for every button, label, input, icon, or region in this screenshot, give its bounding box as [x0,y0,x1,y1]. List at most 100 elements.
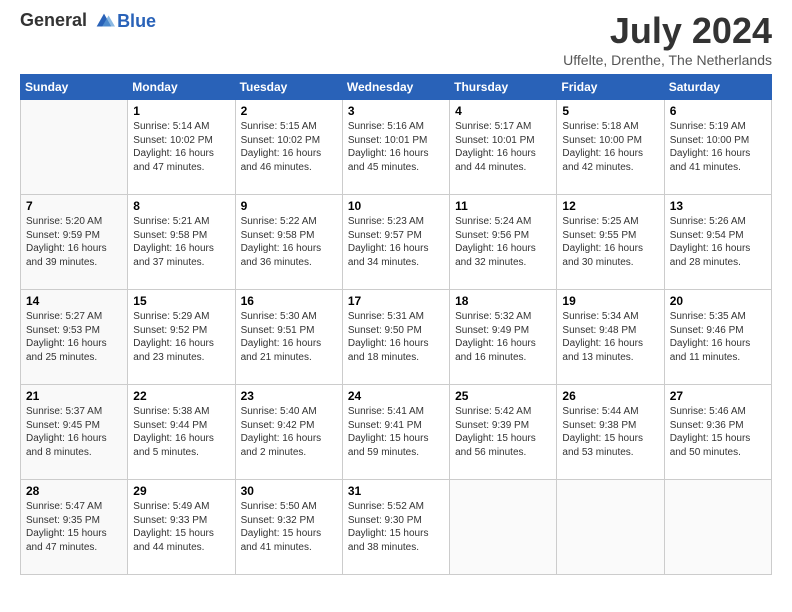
day-number: 10 [348,199,444,213]
month-title: July 2024 [563,10,772,52]
day-info: Sunrise: 5:49 AMSunset: 9:33 PMDaylight:… [133,500,229,554]
calendar-cell: 30 Sunrise: 5:50 AMSunset: 9:32 PMDayligh… [235,480,342,575]
week-row-2: 7 Sunrise: 5:20 AMSunset: 9:59 PMDaylight… [21,195,772,290]
day-info: Sunrise: 5:18 AMSunset: 10:00 PMDaylight… [562,120,658,174]
day-number: 30 [241,484,337,498]
calendar-cell [21,100,128,195]
location-text: Uffelte, Drenthe, The Netherlands [563,52,772,68]
calendar-cell: 5 Sunrise: 5:18 AMSunset: 10:00 PMDayligh… [557,100,664,195]
calendar-cell: 2 Sunrise: 5:15 AMSunset: 10:02 PMDayligh… [235,100,342,195]
calendar-cell: 26 Sunrise: 5:44 AMSunset: 9:38 PMDayligh… [557,385,664,480]
calendar-header-row: SundayMondayTuesdayWednesdayThursdayFrid… [21,75,772,100]
day-info: Sunrise: 5:17 AMSunset: 10:01 PMDaylight… [455,120,551,174]
day-number: 14 [26,294,122,308]
day-number: 28 [26,484,122,498]
title-block: July 2024 Uffelte, Drenthe, The Netherla… [563,10,772,68]
day-info: Sunrise: 5:21 AMSunset: 9:58 PMDaylight:… [133,215,229,269]
week-row-4: 21Sunrise: 5:37 AMSunset: 9:45 PMDayligh… [21,385,772,480]
calendar-cell: 13Sunrise: 5:26 AMSunset: 9:54 PMDayligh… [664,195,771,290]
header-sunday: Sunday [21,75,128,100]
day-info: Sunrise: 5:31 AMSunset: 9:50 PMDaylight:… [348,310,444,364]
day-number: 20 [670,294,766,308]
day-info: Sunrise: 5:46 AMSunset: 9:36 PMDaylight:… [670,405,766,459]
day-info: Sunrise: 5:38 AMSunset: 9:44 PMDaylight:… [133,405,229,459]
calendar-cell: 6Sunrise: 5:19 AMSunset: 10:00 PMDayligh… [664,100,771,195]
calendar-cell: 23Sunrise: 5:40 AMSunset: 9:42 PMDayligh… [235,385,342,480]
day-number: 11 [455,199,551,213]
week-row-5: 28 Sunrise: 5:47 AMSunset: 9:35 PMDayligh… [21,480,772,575]
day-info: Sunrise: 5:50 AMSunset: 9:32 PMDaylight:… [241,500,337,554]
calendar-cell: 4 Sunrise: 5:17 AMSunset: 10:01 PMDayligh… [450,100,557,195]
day-info: Sunrise: 5:16 AMSunset: 10:01 PMDaylight… [348,120,444,174]
calendar-cell [557,480,664,575]
calendar-cell: 27 Sunrise: 5:46 AMSunset: 9:36 PMDayligh… [664,385,771,480]
header-thursday: Thursday [450,75,557,100]
day-info: Sunrise: 5:47 AMSunset: 9:35 PMDaylight:… [26,500,122,554]
day-number: 26 [562,389,658,403]
day-info: Sunrise: 5:34 AMSunset: 9:48 PMDaylight:… [562,310,658,364]
day-info: Sunrise: 5:19 AMSunset: 10:00 PMDaylight… [670,120,766,174]
calendar-cell: 10 Sunrise: 5:23 AMSunset: 9:57 PMDayligh… [342,195,449,290]
day-number: 25 [455,389,551,403]
logo: General Blue [20,10,156,32]
day-info: Sunrise: 5:32 AMSunset: 9:49 PMDaylight:… [455,310,551,364]
page-header: General Blue July 2024 Uffelte, Drenthe,… [20,10,772,68]
calendar-cell: 24Sunrise: 5:41 AMSunset: 9:41 PMDayligh… [342,385,449,480]
day-number: 17 [348,294,444,308]
logo-text-blue: Blue [117,11,156,32]
day-number: 22 [133,389,229,403]
day-info: Sunrise: 5:27 AMSunset: 9:53 PMDaylight:… [26,310,122,364]
calendar-cell: 8 Sunrise: 5:21 AMSunset: 9:58 PMDaylight… [128,195,235,290]
calendar-cell: 15Sunrise: 5:29 AMSunset: 9:52 PMDayligh… [128,290,235,385]
day-number: 24 [348,389,444,403]
calendar-cell [450,480,557,575]
day-info: Sunrise: 5:29 AMSunset: 9:52 PMDaylight:… [133,310,229,364]
calendar-cell: 31Sunrise: 5:52 AMSunset: 9:30 PMDayligh… [342,480,449,575]
day-number: 29 [133,484,229,498]
day-number: 13 [670,199,766,213]
calendar-cell: 14 Sunrise: 5:27 AMSunset: 9:53 PMDayligh… [21,290,128,385]
day-number: 5 [562,104,658,118]
header-monday: Monday [128,75,235,100]
day-info: Sunrise: 5:25 AMSunset: 9:55 PMDaylight:… [562,215,658,269]
calendar-cell: 1Sunrise: 5:14 AMSunset: 10:02 PMDayligh… [128,100,235,195]
day-number: 12 [562,199,658,213]
day-number: 2 [241,104,337,118]
calendar-cell: 28 Sunrise: 5:47 AMSunset: 9:35 PMDayligh… [21,480,128,575]
day-info: Sunrise: 5:15 AMSunset: 10:02 PMDaylight… [241,120,337,174]
header-wednesday: Wednesday [342,75,449,100]
day-number: 9 [241,199,337,213]
day-number: 16 [241,294,337,308]
day-info: Sunrise: 5:37 AMSunset: 9:45 PMDaylight:… [26,405,122,459]
day-info: Sunrise: 5:35 AMSunset: 9:46 PMDaylight:… [670,310,766,364]
week-row-1: 1Sunrise: 5:14 AMSunset: 10:02 PMDayligh… [21,100,772,195]
header-tuesday: Tuesday [235,75,342,100]
calendar-cell: 25 Sunrise: 5:42 AMSunset: 9:39 PMDayligh… [450,385,557,480]
calendar-cell [664,480,771,575]
calendar-cell: 18 Sunrise: 5:32 AMSunset: 9:49 PMDayligh… [450,290,557,385]
day-info: Sunrise: 5:44 AMSunset: 9:38 PMDaylight:… [562,405,658,459]
day-number: 4 [455,104,551,118]
day-info: Sunrise: 5:30 AMSunset: 9:51 PMDaylight:… [241,310,337,364]
day-number: 7 [26,199,122,213]
day-number: 19 [562,294,658,308]
calendar-cell: 20 Sunrise: 5:35 AMSunset: 9:46 PMDayligh… [664,290,771,385]
calendar-cell: 11Sunrise: 5:24 AMSunset: 9:56 PMDayligh… [450,195,557,290]
calendar-cell: 21Sunrise: 5:37 AMSunset: 9:45 PMDayligh… [21,385,128,480]
day-info: Sunrise: 5:40 AMSunset: 9:42 PMDaylight:… [241,405,337,459]
calendar-cell: 19 Sunrise: 5:34 AMSunset: 9:48 PMDayligh… [557,290,664,385]
calendar-cell: 17 Sunrise: 5:31 AMSunset: 9:50 PMDayligh… [342,290,449,385]
day-info: Sunrise: 5:22 AMSunset: 9:58 PMDaylight:… [241,215,337,269]
day-number: 3 [348,104,444,118]
day-number: 31 [348,484,444,498]
day-number: 18 [455,294,551,308]
day-number: 1 [133,104,229,118]
day-info: Sunrise: 5:42 AMSunset: 9:39 PMDaylight:… [455,405,551,459]
calendar-table: SundayMondayTuesdayWednesdayThursdayFrid… [20,74,772,575]
day-number: 27 [670,389,766,403]
day-info: Sunrise: 5:20 AMSunset: 9:59 PMDaylight:… [26,215,122,269]
day-number: 8 [133,199,229,213]
day-info: Sunrise: 5:23 AMSunset: 9:57 PMDaylight:… [348,215,444,269]
calendar-cell: 16 Sunrise: 5:30 AMSunset: 9:51 PMDayligh… [235,290,342,385]
calendar-cell: 29 Sunrise: 5:49 AMSunset: 9:33 PMDayligh… [128,480,235,575]
